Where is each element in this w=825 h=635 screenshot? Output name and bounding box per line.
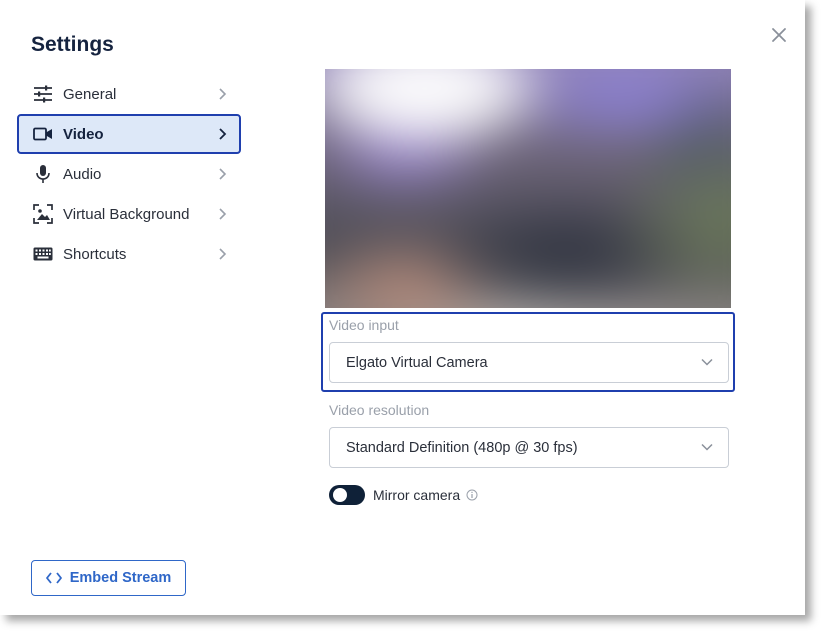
sidebar-item-label: Virtual Background — [63, 205, 190, 223]
sliders-icon — [32, 83, 54, 105]
page-title: Settings — [31, 33, 114, 56]
embed-stream-label: Embed Stream — [69, 570, 172, 586]
sidebar-item-audio[interactable]: Audio — [17, 154, 241, 194]
settings-nav: General Video Audio Virtual Background S… — [17, 74, 241, 274]
chevron-right-icon — [219, 208, 227, 220]
sidebar-item-label: Shortcuts — [63, 245, 127, 263]
video-input-label: Video input — [329, 317, 399, 333]
sidebar-item-virtual-background[interactable]: Virtual Background — [17, 194, 241, 234]
keyboard-icon — [32, 243, 54, 265]
chevron-right-icon — [219, 248, 227, 260]
sidebar-item-shortcuts[interactable]: Shortcuts — [17, 234, 241, 274]
video-input-value: Elgato Virtual Camera — [346, 354, 488, 371]
chevron-right-icon — [219, 128, 227, 140]
sidebar-item-label: Video — [63, 125, 104, 143]
code-icon — [45, 572, 62, 584]
camera-preview-image — [325, 69, 731, 308]
info-icon[interactable] — [466, 489, 478, 501]
mirror-camera-row: Mirror camera — [329, 485, 478, 505]
video-resolution-label: Video resolution — [329, 402, 430, 418]
microphone-icon — [32, 163, 54, 185]
sidebar-item-video[interactable]: Video — [17, 114, 241, 154]
video-resolution-select[interactable]: Standard Definition (480p @ 30 fps) — [329, 427, 729, 468]
sidebar-item-label: Audio — [63, 165, 102, 183]
toggle-knob — [333, 488, 347, 502]
embed-stream-button[interactable]: Embed Stream — [31, 560, 186, 596]
sidebar-item-general[interactable]: General — [17, 74, 241, 114]
chevron-right-icon — [219, 168, 227, 180]
mirror-camera-toggle[interactable] — [329, 485, 365, 505]
chevron-down-icon — [701, 443, 713, 451]
camera-preview — [325, 69, 731, 308]
video-input-select[interactable]: Elgato Virtual Camera — [329, 342, 729, 383]
mirror-camera-label: Mirror camera — [373, 487, 461, 503]
chevron-right-icon — [219, 88, 227, 100]
chevron-down-icon — [701, 358, 713, 366]
close-icon[interactable] — [768, 24, 790, 46]
settings-dialog: Settings General Video Audio Virtual Bac… — [0, 0, 805, 615]
video-resolution-value: Standard Definition (480p @ 30 fps) — [346, 439, 578, 456]
video-camera-icon — [32, 123, 54, 145]
image-frame-icon — [32, 203, 54, 225]
sidebar-item-label: General — [63, 85, 117, 103]
